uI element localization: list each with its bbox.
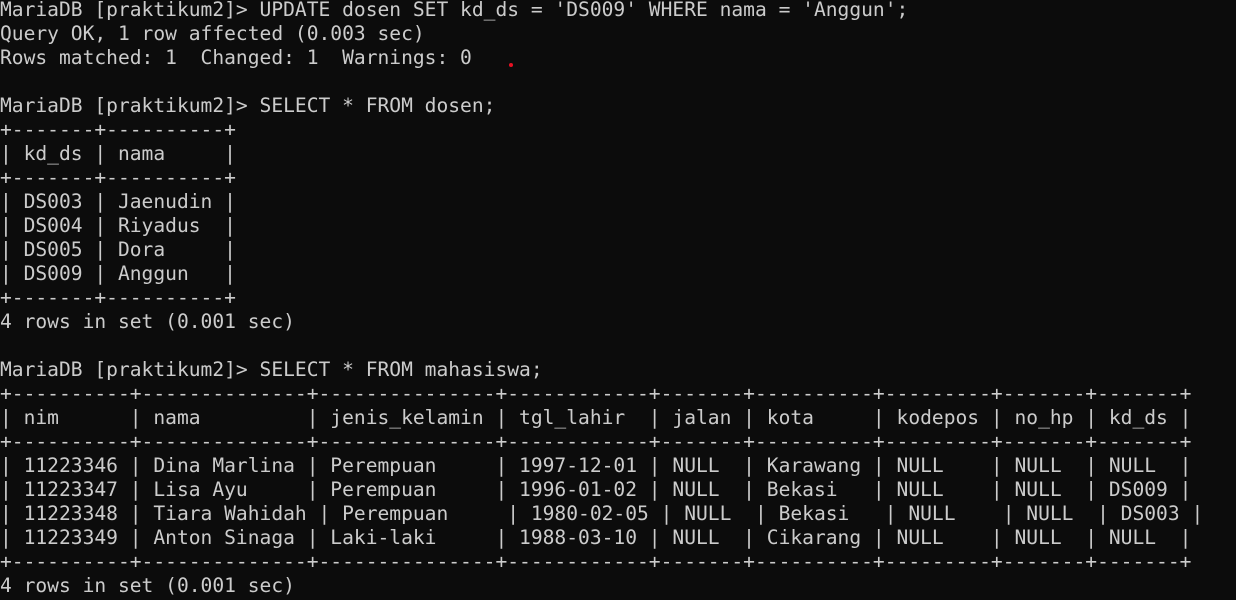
- mahasiswa-table-border-bottom: +----------+--------------+-------------…: [0, 550, 1192, 573]
- dosen-rows-in-set: 4 rows in set (0.001 sec): [0, 310, 295, 333]
- dosen-table-border-mid: +-------+----------+: [0, 166, 236, 189]
- dosen-table-row: | DS003 | Jaenudin |: [0, 190, 236, 213]
- dosen-table-border-top: +-------+----------+: [0, 118, 236, 141]
- query-ok-line: Query OK, 1 row affected (0.003 sec): [0, 22, 425, 45]
- dosen-table-row: | DS004 | Riyadus |: [0, 214, 236, 237]
- red-dot-marker: [509, 63, 513, 67]
- prompt-update-command: MariaDB [praktikum2]> UPDATE dosen SET k…: [0, 0, 909, 21]
- dosen-table-row: | DS009 | Anggun |: [0, 262, 236, 285]
- mahasiswa-table-row: | 11223347 | Lisa Ayu | Perempuan | 1996…: [0, 478, 1192, 501]
- mahasiswa-table-row: | 11223349 | Anton Sinaga | Laki-laki | …: [0, 526, 1192, 549]
- mahasiswa-table-header: | nim | nama | jenis_kelamin | tgl_lahir…: [0, 406, 1192, 429]
- prompt-select-dosen: MariaDB [praktikum2]> SELECT * FROM dose…: [0, 94, 496, 117]
- terminal-window[interactable]: MariaDB [praktikum2]> UPDATE dosen SET k…: [0, 0, 1236, 600]
- prompt-select-mahasiswa: MariaDB [praktikum2]> SELECT * FROM maha…: [0, 358, 543, 381]
- mahasiswa-table-border-mid: +----------+--------------+-------------…: [0, 430, 1192, 453]
- mahasiswa-rows-in-set: 4 rows in set (0.001 sec): [0, 574, 295, 597]
- dosen-table-border-bottom: +-------+----------+: [0, 286, 236, 309]
- mahasiswa-table-row: | 11223346 | Dina Marlina | Perempuan | …: [0, 454, 1192, 477]
- dosen-table-row: | DS005 | Dora |: [0, 238, 236, 261]
- mahasiswa-table-border-top: +----------+--------------+-------------…: [0, 382, 1192, 405]
- mahasiswa-table-row: | 11223348 | Tiara Wahidah | Perempuan |…: [0, 502, 1204, 525]
- rows-matched-line: Rows matched: 1 Changed: 1 Warnings: 0: [0, 46, 472, 69]
- dosen-table-header: | kd_ds | nama |: [0, 142, 236, 165]
